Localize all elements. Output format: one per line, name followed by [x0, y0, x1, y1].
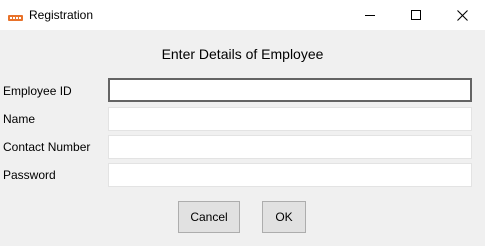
contact-number-label: Contact Number	[3, 140, 91, 154]
minimize-button[interactable]	[347, 0, 393, 30]
maximize-icon	[411, 10, 421, 20]
close-button[interactable]	[439, 0, 485, 30]
password-field[interactable]	[108, 163, 472, 187]
employee-id-field[interactable]	[108, 78, 472, 102]
app-logo-icon	[8, 11, 23, 21]
form-heading: Enter Details of Employee	[161, 46, 324, 62]
contact-number-field[interactable]	[108, 135, 472, 159]
password-label: Password	[3, 168, 56, 182]
ok-button[interactable]: OK	[262, 201, 306, 233]
window-title: Registration	[29, 8, 94, 22]
close-icon	[456, 9, 468, 21]
minimize-icon	[365, 10, 375, 20]
title-bar[interactable]: Registration	[0, 0, 485, 30]
cancel-button[interactable]: Cancel	[178, 201, 240, 233]
employee-id-label: Employee ID	[3, 84, 72, 98]
name-field[interactable]	[108, 107, 472, 131]
name-label: Name	[3, 112, 36, 126]
registration-window: Registration Enter Details of Employee E…	[0, 0, 485, 246]
maximize-button[interactable]	[393, 0, 439, 30]
